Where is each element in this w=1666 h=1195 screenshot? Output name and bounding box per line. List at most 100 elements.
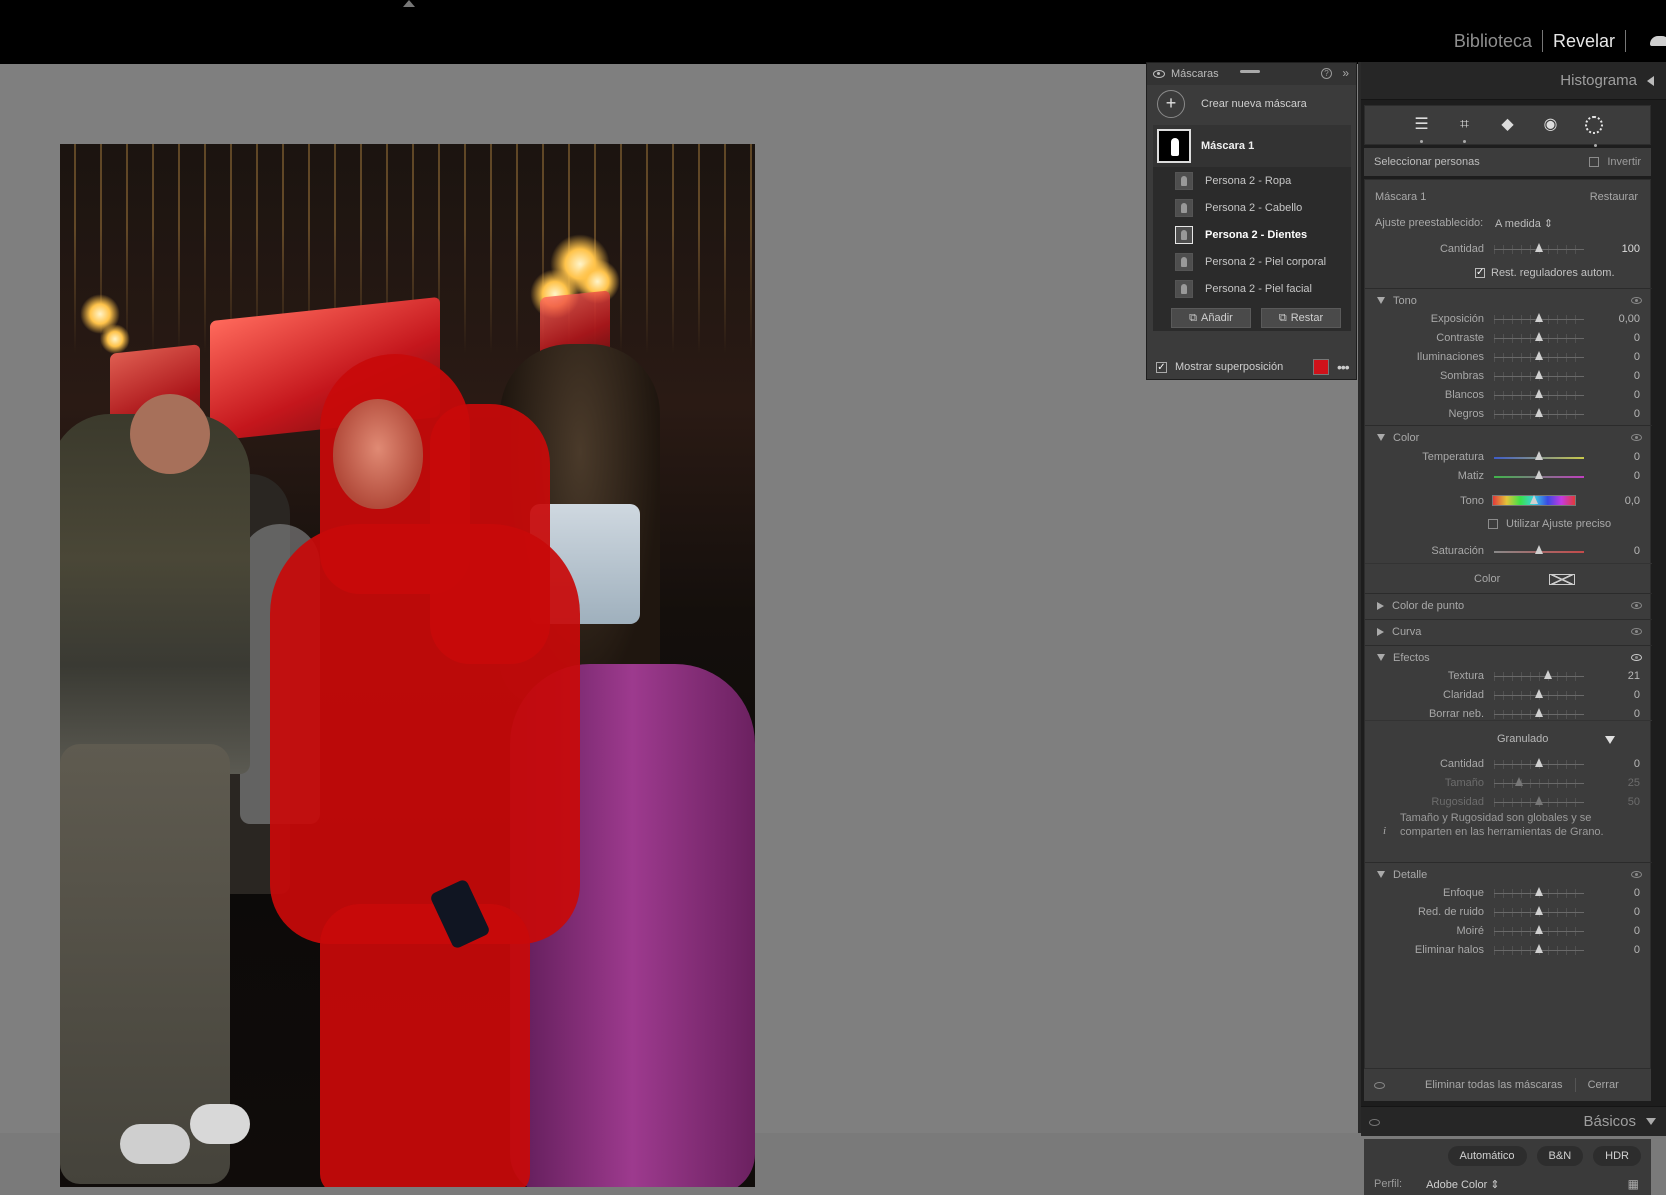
- drag-handle[interactable]: [1240, 70, 1260, 73]
- eye-icon[interactable]: [1631, 434, 1642, 441]
- show-overlay-label[interactable]: Mostrar superposición: [1175, 361, 1283, 373]
- grain-slider-thumb[interactable]: [1515, 777, 1524, 786]
- sliders-icon[interactable]: ☰: [1413, 116, 1431, 143]
- effects-value[interactable]: 21: [1628, 670, 1640, 682]
- collapse-top-panel-icon[interactable]: [403, 0, 415, 7]
- hdr-button[interactable]: HDR: [1593, 1146, 1641, 1166]
- submask-item-selected[interactable]: Persona 2 - Dientes: [1153, 221, 1351, 248]
- auto-reset-label[interactable]: Rest. reguladores autom.: [1491, 267, 1615, 279]
- collapse-basics-icon[interactable]: [1646, 1118, 1656, 1125]
- effects-slider-thumb[interactable]: [1544, 670, 1552, 679]
- detail-section-header[interactable]: Detalle: [1365, 862, 1652, 886]
- collapse-histogram-icon[interactable]: [1647, 75, 1654, 86]
- eye-icon[interactable]: [1631, 628, 1642, 635]
- expand-arrow-icon[interactable]: [1377, 434, 1385, 441]
- detail-slider-thumb[interactable]: [1535, 944, 1543, 953]
- tone-value[interactable]: 0: [1634, 351, 1640, 363]
- tone-slider-thumb[interactable]: [1535, 313, 1543, 322]
- delete-all-masks-button[interactable]: Eliminar todas las máscaras: [1425, 1079, 1563, 1091]
- grain-slider-thumb[interactable]: [1535, 796, 1543, 805]
- eye-icon[interactable]: [1631, 654, 1642, 661]
- profile-browser-icon[interactable]: ▦: [1628, 1177, 1639, 1191]
- eye-icon[interactable]: [1153, 70, 1165, 78]
- auto-button[interactable]: Automático: [1447, 1146, 1527, 1166]
- cloud-icon[interactable]: [1650, 36, 1666, 46]
- expand-arrow-icon[interactable]: [1377, 654, 1385, 661]
- reset-button[interactable]: Restaurar: [1590, 191, 1638, 203]
- fine-adjust-label[interactable]: Utilizar Ajuste preciso: [1506, 518, 1611, 530]
- grain-slider-thumb[interactable]: [1535, 758, 1543, 767]
- auto-reset-option[interactable]: ✓ Rest. reguladores autom.: [1475, 267, 1615, 279]
- tone-value[interactable]: 0: [1634, 370, 1640, 382]
- more-options-icon[interactable]: •••: [1337, 359, 1350, 375]
- expand-icon[interactable]: »: [1342, 66, 1349, 80]
- submask-item[interactable]: Persona 2 - Cabello: [1153, 194, 1351, 221]
- detail-slider-thumb[interactable]: [1535, 906, 1543, 915]
- grain-value[interactable]: 0: [1634, 758, 1640, 770]
- effects-section-header[interactable]: Efectos: [1365, 645, 1652, 669]
- detail-value[interactable]: 0: [1634, 887, 1640, 899]
- module-develop[interactable]: Revelar: [1543, 31, 1625, 52]
- tone-slider-thumb[interactable]: [1535, 389, 1543, 398]
- overlay-color-swatch[interactable]: [1313, 359, 1329, 375]
- grain-value[interactable]: 50: [1628, 796, 1640, 808]
- amount-slider-thumb[interactable]: [1535, 243, 1543, 252]
- saturation-value[interactable]: 0: [1634, 545, 1640, 557]
- curve-section-header[interactable]: Curva: [1365, 619, 1652, 643]
- submask-item[interactable]: Persona 2 - Ropa: [1153, 167, 1351, 194]
- bw-button[interactable]: B&N: [1536, 1146, 1584, 1166]
- histogram-header[interactable]: Histograma: [1361, 62, 1666, 100]
- eye-icon[interactable]: [1631, 871, 1642, 878]
- mask-icon[interactable]: [1584, 116, 1603, 147]
- invert-label[interactable]: Invertir: [1607, 156, 1641, 168]
- mask-item-label[interactable]: Máscara 1: [1201, 140, 1254, 152]
- help-icon[interactable]: ?: [1321, 68, 1332, 79]
- temperature-slider-thumb[interactable]: [1535, 451, 1543, 460]
- detail-value[interactable]: 0: [1634, 906, 1640, 918]
- detail-slider-thumb[interactable]: [1535, 887, 1543, 896]
- auto-reset-checkbox[interactable]: ✓: [1475, 268, 1485, 278]
- redeye-icon[interactable]: ◉: [1542, 116, 1560, 134]
- tone-value[interactable]: 0: [1634, 332, 1640, 344]
- profile-dropdown[interactable]: Adobe Color ⇕: [1426, 1178, 1499, 1191]
- grain-value[interactable]: 25: [1628, 777, 1640, 789]
- temperature-value[interactable]: 0: [1634, 451, 1640, 463]
- photo-preview[interactable]: [60, 144, 755, 1187]
- submask-item[interactable]: Persona 2 - Piel facial: [1153, 275, 1351, 302]
- mask-item[interactable]: Máscara 1: [1153, 125, 1351, 167]
- collapse-arrow-icon[interactable]: [1377, 601, 1384, 610]
- basics-header[interactable]: Básicos: [1361, 1106, 1666, 1136]
- invert-toggle[interactable]: Invertir: [1589, 156, 1641, 168]
- fine-adjust-option[interactable]: Utilizar Ajuste preciso: [1488, 518, 1611, 530]
- close-button[interactable]: Cerrar: [1588, 1079, 1619, 1091]
- preset-dropdown[interactable]: A medida ⇕: [1495, 217, 1553, 230]
- masks-panel-header[interactable]: Máscaras ? »: [1147, 63, 1356, 85]
- effects-slider-thumb[interactable]: [1535, 708, 1543, 717]
- tone-value[interactable]: 0,00: [1619, 313, 1640, 325]
- expand-arrow-icon[interactable]: [1377, 871, 1385, 878]
- eye-icon[interactable]: [1631, 602, 1642, 609]
- eye-icon[interactable]: [1631, 297, 1642, 304]
- color-section-header[interactable]: Color: [1365, 425, 1652, 449]
- module-library[interactable]: Biblioteca: [1444, 31, 1542, 52]
- mask-thumbnail[interactable]: [1157, 129, 1191, 163]
- effects-slider[interactable]: [1494, 676, 1584, 677]
- tint-slider-thumb[interactable]: [1535, 470, 1543, 479]
- tone-section-header[interactable]: Tono: [1365, 288, 1652, 312]
- tone-slider-thumb[interactable]: [1535, 351, 1543, 360]
- collapse-arrow-icon[interactable]: [1377, 627, 1384, 636]
- effects-value[interactable]: 0: [1634, 708, 1640, 720]
- hue-slider-thumb[interactable]: [1530, 495, 1538, 504]
- tone-slider-thumb[interactable]: [1535, 370, 1543, 379]
- color-picker-swatch[interactable]: [1549, 574, 1575, 585]
- fine-adjust-checkbox[interactable]: [1488, 519, 1498, 529]
- tone-slider-thumb[interactable]: [1535, 332, 1543, 341]
- tone-slider-thumb[interactable]: [1535, 408, 1543, 417]
- point-color-section-header[interactable]: Color de punto: [1365, 593, 1652, 617]
- tint-value[interactable]: 0: [1634, 470, 1640, 482]
- show-overlay-checkbox[interactable]: ✓: [1156, 361, 1167, 373]
- grain-dropdown-icon[interactable]: [1605, 736, 1615, 744]
- create-mask-label[interactable]: Crear nueva máscara: [1201, 98, 1307, 110]
- saturation-slider-thumb[interactable]: [1535, 545, 1543, 554]
- crop-icon[interactable]: ⌗: [1456, 116, 1474, 143]
